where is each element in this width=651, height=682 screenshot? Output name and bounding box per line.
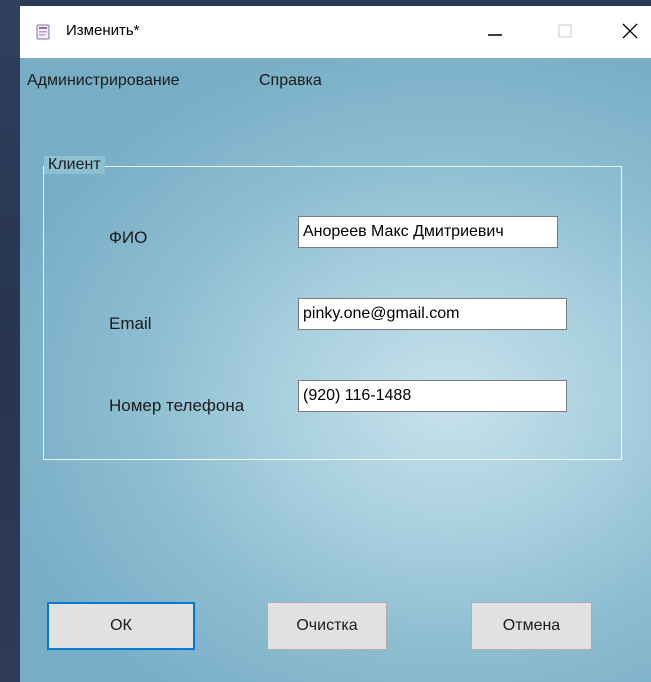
ok-button[interactable]: ОК — [47, 602, 195, 650]
phone-label: Номер телефона — [109, 396, 245, 415]
close-button[interactable] — [615, 16, 645, 46]
desktop-background — [0, 0, 20, 682]
fio-field[interactable] — [298, 216, 558, 248]
email-label: Email — [109, 314, 152, 333]
menu-administration[interactable]: Администрирование — [27, 72, 180, 90]
menu-help[interactable]: Справка — [259, 72, 322, 90]
app-icon — [36, 24, 50, 40]
form-body: Администрирование Справка Клиент ФИО Ema… — [20, 58, 651, 682]
window-title: Изменить* — [66, 22, 140, 39]
maximize-button[interactable] — [550, 16, 580, 46]
phone-field[interactable] — [298, 380, 567, 412]
client-groupbox-title: Клиент — [44, 156, 105, 174]
maximize-icon — [558, 24, 572, 38]
cancel-button[interactable]: Отмена — [471, 602, 592, 650]
edit-client-window: Изменить* Администрирование Справка Клие… — [20, 6, 651, 682]
email-field[interactable] — [298, 298, 567, 330]
close-icon — [622, 23, 638, 39]
clear-button[interactable]: Очистка — [267, 602, 387, 650]
menu-bar: Администрирование Справка — [20, 58, 651, 98]
minimize-button[interactable] — [480, 16, 510, 46]
title-bar[interactable]: Изменить* — [20, 6, 651, 58]
minimize-icon — [488, 34, 502, 36]
fio-label: ФИО — [109, 228, 148, 247]
